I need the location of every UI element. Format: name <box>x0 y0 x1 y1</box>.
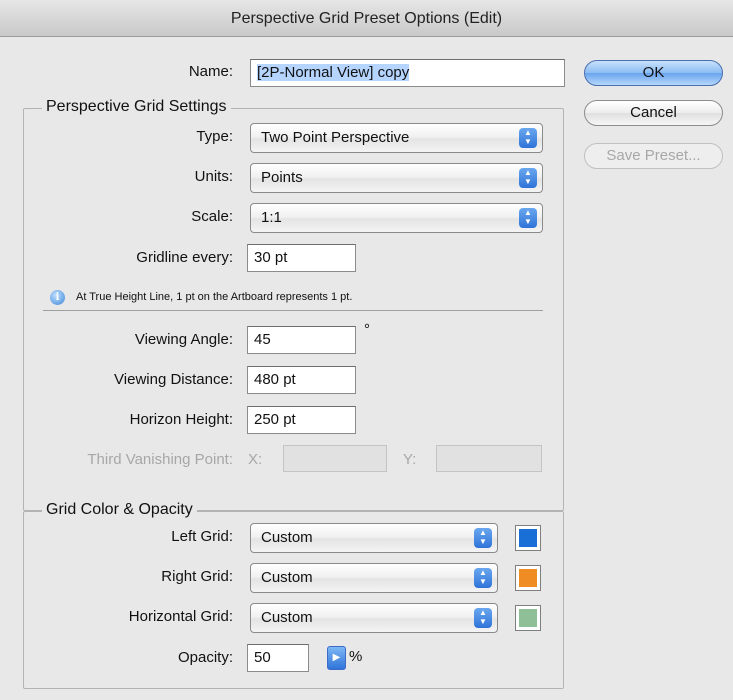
viewing-angle-field[interactable]: 45 <box>247 326 356 354</box>
horizontal-grid-select[interactable]: Custom ▲ ▼ <box>250 603 498 633</box>
gridline-label: Gridline every: <box>136 249 233 266</box>
third-vanishing-point-label: Third Vanishing Point: <box>87 451 233 468</box>
grid-color-opacity-title: Grid Color & Opacity <box>42 501 197 519</box>
degree-symbol: ° <box>364 321 370 338</box>
info-icon: i <box>50 290 65 305</box>
left-grid-select[interactable]: Custom ▲ ▼ <box>250 523 498 553</box>
right-grid-label: Right Grid: <box>161 568 233 585</box>
right-grid-color-swatch[interactable] <box>515 565 541 591</box>
scale-label: Scale: <box>191 208 233 225</box>
left-grid-color <box>519 529 537 547</box>
name-value: [2P-Normal View] copy <box>257 64 410 81</box>
right-grid-value: Custom <box>261 569 313 586</box>
units-select[interactable]: Points ▲ ▼ <box>250 163 543 193</box>
x-label: X: <box>248 451 263 468</box>
type-label: Type: <box>196 128 233 145</box>
horizontal-grid-value: Custom <box>261 609 313 626</box>
left-grid-value: Custom <box>261 529 313 546</box>
name-label: Name: <box>188 63 233 80</box>
third-vp-x-field[interactable] <box>283 445 387 472</box>
right-grid-select[interactable]: Custom ▲ ▼ <box>250 563 498 593</box>
units-value: Points <box>261 169 303 186</box>
scale-select[interactable]: 1:1 ▲ ▼ <box>250 203 543 233</box>
info-text: At True Height Line, 1 pt on the Artboar… <box>76 291 353 303</box>
viewing-angle-label: Viewing Angle: <box>134 331 233 348</box>
third-vp-y-field[interactable] <box>436 445 542 472</box>
horizon-height-label: Horizon Height: <box>129 411 233 428</box>
right-grid-color <box>519 569 537 587</box>
y-label: Y: <box>403 451 417 468</box>
perspective-grid-settings-title: Perspective Grid Settings <box>42 98 231 116</box>
left-grid-label: Left Grid: <box>171 528 233 545</box>
horizontal-grid-color <box>519 609 537 627</box>
chevron-updown-icon: ▲ ▼ <box>519 128 537 148</box>
opacity-label: Opacity: <box>177 649 233 666</box>
ok-button[interactable]: OK <box>584 60 723 86</box>
type-value: Two Point Perspective <box>261 129 410 146</box>
opacity-field[interactable]: 50 <box>247 644 309 672</box>
type-select[interactable]: Two Point Perspective ▲ ▼ <box>250 123 543 153</box>
scale-value: 1:1 <box>261 209 282 226</box>
gridline-field[interactable]: 30 pt <box>247 244 356 272</box>
opacity-unit: % <box>349 648 363 665</box>
viewing-distance-label: Viewing Distance: <box>114 371 233 388</box>
horizontal-grid-color-swatch[interactable] <box>515 605 541 631</box>
chevron-updown-icon: ▲ ▼ <box>519 208 537 228</box>
dialog: Name: [2P-Normal View] copy OK Cancel Sa… <box>0 37 733 700</box>
horizon-height-field[interactable]: 250 pt <box>247 406 356 434</box>
name-field[interactable]: [2P-Normal View] copy <box>250 59 565 87</box>
chevron-updown-icon: ▲ ▼ <box>519 168 537 188</box>
window-title: Perspective Grid Preset Options (Edit) <box>0 0 733 37</box>
horizontal-grid-label: Horizontal Grid: <box>128 608 233 625</box>
triangle-right-icon[interactable]: ▶ <box>327 646 346 670</box>
save-preset-button[interactable]: Save Preset... <box>584 143 723 169</box>
viewing-distance-field[interactable]: 480 pt <box>247 366 356 394</box>
cancel-button[interactable]: Cancel <box>584 100 723 126</box>
left-grid-color-swatch[interactable] <box>515 525 541 551</box>
chevron-updown-icon: ▲ ▼ <box>474 528 492 548</box>
chevron-updown-icon: ▲ ▼ <box>474 568 492 588</box>
settings-divider <box>43 310 543 311</box>
units-label: Units: <box>194 168 233 185</box>
chevron-updown-icon: ▲ ▼ <box>474 608 492 628</box>
